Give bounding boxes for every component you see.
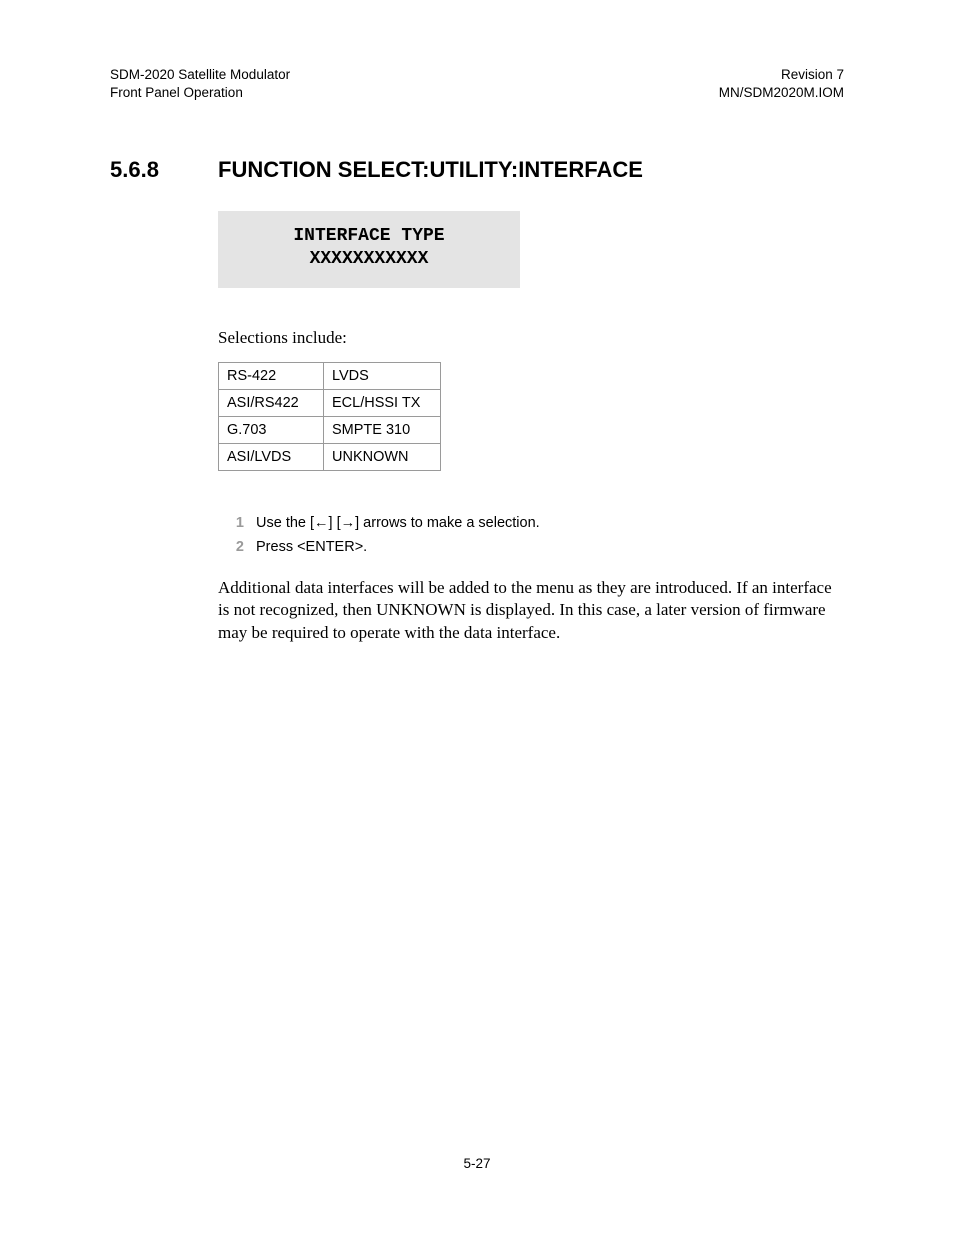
option-cell: ASI/RS422 [219,389,324,416]
table-row: RS-422 LVDS [219,362,441,389]
option-cell: LVDS [324,362,441,389]
step-text-segment: ] [ [329,515,341,531]
section-title: FUNCTION SELECT:UTILITY:INTERFACE [218,157,643,183]
page-header: SDM-2020 Satellite Modulator Front Panel… [110,66,844,101]
table-row: G.703 SMPTE 310 [219,416,441,443]
option-cell: G.703 [219,416,324,443]
step-text-segment: ] arrows to make a selection. [355,515,540,531]
step-text-segment: Use the [ [256,515,314,531]
arrow-left-icon: ← [314,515,329,531]
header-revision: Revision 7 [719,66,844,84]
step-number: 2 [218,539,256,555]
lcd-display-box: INTERFACE TYPE XXXXXXXXXXX [218,211,520,288]
content-column: INTERFACE TYPE XXXXXXXXXXX Selections in… [218,211,844,644]
header-right: Revision 7 MN/SDM2020M.IOM [719,66,844,101]
step-number: 1 [218,515,256,531]
step-item: 1 Use the [←] [→] arrows to make a selec… [218,515,844,531]
option-cell: SMPTE 310 [324,416,441,443]
section-heading: 5.6.8 FUNCTION SELECT:UTILITY:INTERFACE [110,157,844,183]
lcd-line-1: INTERFACE TYPE [218,225,520,248]
step-text: Press <ENTER>. [256,539,367,555]
options-table: RS-422 LVDS ASI/RS422 ECL/HSSI TX G.703 … [218,362,441,471]
arrow-right-icon: → [341,515,356,531]
option-cell: ASI/LVDS [219,443,324,470]
table-row: ASI/RS422 ECL/HSSI TX [219,389,441,416]
step-text: Use the [←] [→] arrows to make a selecti… [256,515,540,531]
lcd-line-2: XXXXXXXXXXX [218,248,520,271]
header-doc-id: MN/SDM2020M.IOM [719,84,844,102]
section-number: 5.6.8 [110,157,218,183]
table-row: ASI/LVDS UNKNOWN [219,443,441,470]
page: SDM-2020 Satellite Modulator Front Panel… [0,0,954,1235]
page-number: 5-27 [0,1156,954,1171]
header-doc-title: SDM-2020 Satellite Modulator [110,66,290,84]
option-cell: RS-422 [219,362,324,389]
header-doc-subtitle: Front Panel Operation [110,84,290,102]
option-cell: UNKNOWN [324,443,441,470]
selections-intro: Selections include: [218,328,844,348]
option-cell: ECL/HSSI TX [324,389,441,416]
step-item: 2 Press <ENTER>. [218,539,844,555]
body-paragraph: Additional data interfaces will be added… [218,577,844,644]
header-left: SDM-2020 Satellite Modulator Front Panel… [110,66,290,101]
steps-list: 1 Use the [←] [→] arrows to make a selec… [218,515,844,555]
